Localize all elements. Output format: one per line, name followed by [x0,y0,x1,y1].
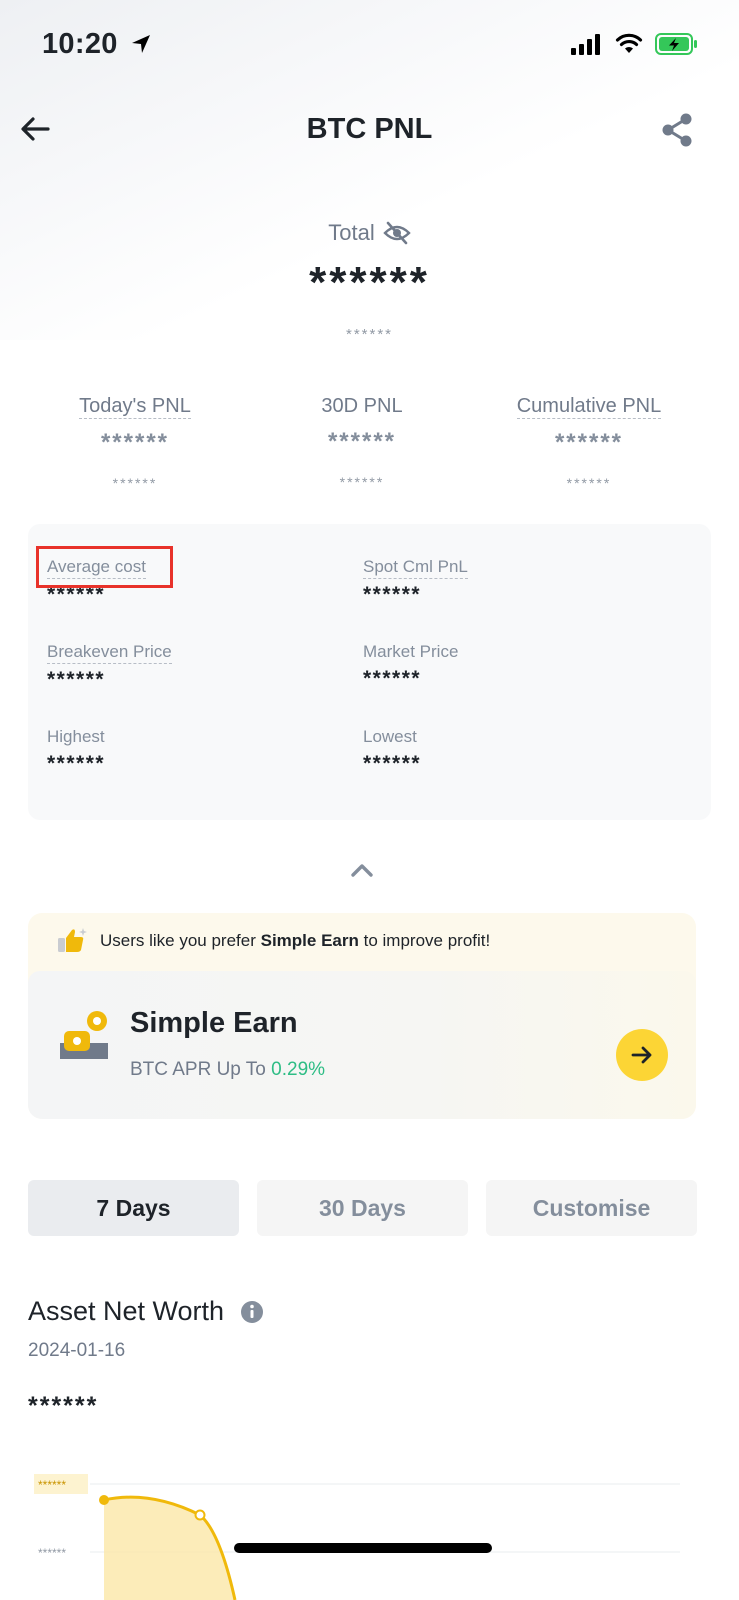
status-time: 10:20 [42,28,152,61]
lowest: Lowest ****** [363,726,421,776]
asset-net-worth-chart[interactable]: ****** ****** [30,1460,710,1600]
chart-area-fill [104,1497,235,1600]
promo-hint: Users like you prefer Simple Earn to imp… [28,913,696,969]
chart-point-start [99,1495,109,1505]
breakeven-price-value: ****** [47,668,106,691]
lowest-value: ****** [363,752,422,775]
market-price-value: ****** [363,667,422,690]
cumulative-pnl: Cumulative PNL ****** ****** [466,395,712,491]
asset-net-worth-value: ****** [28,1392,99,1420]
promo-hint-suffix: to improve profit! [358,931,491,950]
thumbs-up-icon [58,928,87,952]
highest-value: ****** [47,752,106,775]
tab-30-days[interactable]: 30 Days [257,1180,468,1236]
market-price: Market Price ****** [363,641,458,691]
info-icon[interactable] [240,1300,264,1324]
y-tick-label-mid: ****** [38,1546,66,1560]
30d-pnl-sub: ****** [339,474,385,490]
highest-label: Highest [47,727,105,746]
hide-balance-eye-icon[interactable] [383,221,411,245]
cellular-signal-icon [571,34,600,55]
simple-earn-subtitle: BTC APR Up To 0.29% [130,1059,325,1081]
total-label-row: Total [0,220,739,246]
share-icon[interactable] [659,112,695,148]
market-price-label: Market Price [363,642,459,661]
spot-cml-pnl-label[interactable]: Spot Cml PnL [363,556,468,579]
simple-earn-apr: 0.29% [271,1059,326,1080]
todays-pnl-sub: ****** [112,475,158,491]
30d-pnl-label: 30D PNL [321,395,403,417]
simple-earn-coin-icon [60,1011,108,1059]
simple-earn-card[interactable]: Simple Earn BTC APR Up To 0.29% [28,971,696,1119]
simple-earn-title: Simple Earn [130,1007,298,1039]
cumulative-pnl-sub: ****** [566,475,612,491]
todays-pnl-value: ****** [100,429,170,456]
simple-earn-go-button[interactable] [616,1029,668,1081]
30d-pnl: 30D PNL ****** ****** [239,395,485,490]
breakeven-price: Breakeven Price ****** [47,641,172,692]
total-label: Total [328,220,375,245]
page-title: BTC PNL [306,113,433,145]
chart-point-hover [194,1509,206,1521]
tab-7-days[interactable]: 7 Days [28,1180,239,1236]
battery-charging-icon [655,33,697,55]
simple-earn-subtitle-prefix: BTC APR Up To [130,1059,272,1080]
todays-pnl-label[interactable]: Today's PNL [79,395,191,419]
cumulative-pnl-value: ****** [554,429,624,456]
asset-net-worth-header: Asset Net Worth [28,1296,264,1327]
highest: Highest ****** [47,726,105,776]
lowest-label: Lowest [363,727,417,746]
promo-hint-bold: Simple Earn [260,931,359,950]
tab-customise[interactable]: Customise [486,1180,697,1236]
cumulative-pnl-label[interactable]: Cumulative PNL [516,395,662,419]
promo-hint-text: Users like you prefer Simple Earn to imp… [100,931,490,951]
status-indicators [571,32,699,56]
promo-hint-prefix: Users like you prefer [100,931,261,950]
breakeven-price-label[interactable]: Breakeven Price [47,641,172,664]
spot-cml-pnl-value: ****** [363,583,422,606]
home-indicator [234,1543,492,1553]
simple-earn-promo[interactable]: Users like you prefer Simple Earn to imp… [28,913,696,1119]
location-arrow-icon [132,35,151,53]
chevron-up-icon[interactable] [349,858,375,882]
wifi-icon [615,33,643,53]
arrow-right-icon [631,1046,652,1064]
30d-pnl-value: ****** [327,428,397,455]
asset-net-worth-date: 2024-01-16 [28,1340,126,1361]
highlight-box [36,546,173,588]
todays-pnl: Today's PNL ****** ****** [12,395,258,491]
status-time-text: 10:20 [42,28,118,60]
asset-net-worth-title: Asset Net Worth [28,1296,225,1326]
y-tick-label-top: ****** [38,1478,66,1492]
total-sub-value: ****** [345,326,394,343]
spot-cml-pnl: Spot Cml PnL ****** [363,556,468,607]
total-value: ****** [309,258,430,307]
